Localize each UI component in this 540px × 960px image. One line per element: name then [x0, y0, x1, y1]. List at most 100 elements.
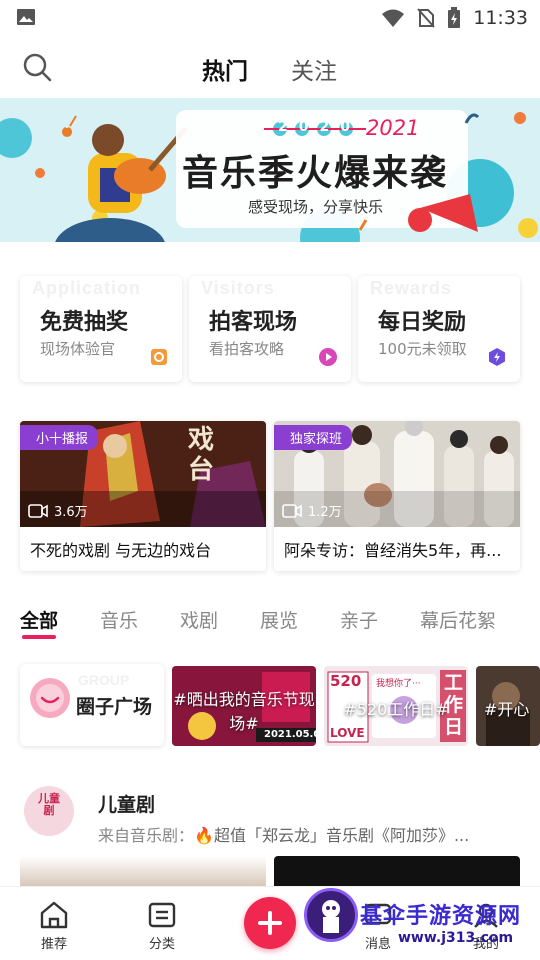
profile-icon [474, 903, 498, 928]
category-tab-label: 全部 [20, 610, 59, 632]
feature-cards: Application 免费抽奖 现场体验官 Visitors 拍客现场 看拍客… [20, 276, 520, 382]
wifi-icon [382, 9, 405, 27]
video-thumbnail: 独家探班 1.2万 [274, 421, 520, 527]
nav-recommend[interactable]: 推荐 [24, 901, 84, 952]
avatar: 儿童剧 [24, 786, 74, 836]
topic-card[interactable]: 2021.05.0 #晒出我的音乐节现场# [172, 666, 316, 746]
category-tab-behind-scenes[interactable]: 幕后花絮 [420, 606, 496, 633]
feed-image-peek[interactable] [274, 856, 520, 886]
clock: 11:33 [473, 7, 528, 29]
tab-hot[interactable]: 热门 [202, 52, 248, 86]
nav-category[interactable]: 分类 [132, 901, 192, 952]
gift-icon [151, 349, 167, 365]
banner-year-new: 2021 [366, 116, 420, 140]
video-cards: 戏台 小十播报 3.6万 不死的戏剧 与无边的戏台 独家探班 1.2万 阿朵专访… [20, 421, 520, 571]
search-icon[interactable] [22, 52, 52, 82]
video-card[interactable]: 独家探班 1.2万 阿朵专访：曾经消失5年，再... [274, 421, 520, 571]
fire-icon: 🔥 [194, 826, 214, 845]
feature-subtitle: 100元未领取 [378, 340, 467, 358]
topic-text-love: LOVE [330, 726, 365, 740]
feature-bg-word: Visitors [201, 278, 275, 298]
feature-bg-word: Rewards [370, 278, 453, 298]
status-right: 11:33 [381, 6, 528, 30]
feed-item-kids-drama[interactable]: 儿童剧 儿童剧 来自音乐剧：🔥超值「郑云龙」音乐剧《阿加莎》... [20, 782, 520, 862]
feature-subtitle: 看拍客攻略 [209, 340, 285, 358]
video-camera-icon [28, 503, 48, 518]
category-tab-music[interactable]: 音乐 [100, 606, 138, 633]
reward-icon [489, 348, 505, 366]
view-count: 1.2万 [308, 505, 342, 520]
topic-strip: GROUP 圈子广场 2021.05.0 #晒出我的音乐节现场# 520 我想你… [20, 664, 540, 748]
add-post-button[interactable] [244, 897, 296, 949]
circle-plaza-card[interactable]: GROUP 圈子广场 [20, 664, 164, 746]
nav-label: 分类 [148, 937, 175, 952]
source-text: 超值「郑云龙」音乐剧《阿加莎》... [213, 826, 470, 845]
top-nav: 热门 关注 [0, 36, 540, 98]
no-sim-icon [417, 8, 435, 28]
feature-card-snapshot[interactable]: Visitors 拍客现场 看拍客攻略 [189, 276, 351, 382]
nav-profile[interactable]: 我的 [456, 901, 516, 952]
message-icon [364, 903, 392, 925]
category-tab-label: 展览 [260, 610, 299, 632]
video-tag: 小十播报 [20, 425, 99, 450]
home-icon [40, 901, 68, 929]
feature-title: 拍客现场 [209, 310, 298, 335]
circle-plaza-label: 圈子广场 [76, 696, 153, 718]
active-tab-indicator [22, 635, 56, 639]
category-tab-label: 戏剧 [180, 610, 219, 632]
battery-charging-icon [448, 7, 461, 28]
play-icon [319, 348, 337, 366]
topic-text-520: 520 [330, 672, 362, 690]
feature-card-lottery[interactable]: Application 免费抽奖 现场体验官 [20, 276, 182, 382]
category-tab-label: 亲子 [340, 610, 379, 632]
plus-icon-vertical [268, 911, 272, 935]
topic-text-miss: 我想你了··· [376, 679, 421, 689]
banner-subline: 感受现场，分享快乐 [248, 198, 384, 216]
feed-image-peek[interactable] [20, 856, 266, 886]
category-tabs: 全部 音乐 戏剧 展览 亲子 幕后花絮 [20, 606, 540, 642]
video-camera-icon [282, 503, 302, 518]
nav-label: 推荐 [40, 937, 67, 952]
promo-banner[interactable]: 2020 2021 音乐季火爆来袭 感受现场，分享快乐 [0, 98, 540, 242]
nav-label: 消息 [364, 937, 391, 952]
banner-headline: 音乐季火爆来袭 [182, 153, 449, 194]
category-tab-exhibition[interactable]: 展览 [260, 606, 298, 633]
category-tab-label: 音乐 [100, 610, 139, 632]
topic-card[interactable]: 520 我想你了··· LOVE 工作日 #520工作日# [324, 666, 468, 746]
category-tab-all[interactable]: 全部 [20, 606, 59, 639]
video-title: 不死的戏剧 与无边的戏台 [30, 541, 212, 560]
category-icon [148, 902, 176, 928]
bottom-nav: 推荐 分类 消息 我的 [0, 886, 540, 960]
video-overlay-text: 戏台 [188, 425, 215, 485]
video-tag: 独家探班 [274, 425, 353, 450]
tab-follow[interactable]: 关注 [291, 52, 337, 86]
topic-title: #晒出我的音乐节现场# [173, 690, 315, 733]
topic-title: #520工作日# [343, 700, 449, 719]
topic-title: #开心 [484, 700, 530, 719]
topic-card[interactable]: #开心 [476, 666, 540, 746]
video-thumbnail: 戏台 小十播报 3.6万 [20, 421, 266, 527]
circle-plaza-icon [30, 678, 70, 718]
feature-title: 免费抽奖 [40, 310, 129, 335]
status-bar: 11:33 [0, 0, 540, 36]
source-prefix: 来自音乐剧： [98, 826, 195, 845]
feature-bg-word: Application [32, 278, 141, 298]
category-tab-label: 幕后花絮 [420, 610, 497, 632]
video-views: 3.6万 [28, 501, 88, 520]
feed-item-source: 来自音乐剧：🔥超值「郑云龙」音乐剧《阿加莎》... [98, 822, 469, 846]
feature-card-reward[interactable]: Rewards 每日奖励 100元未领取 [358, 276, 520, 382]
category-tab-drama[interactable]: 戏剧 [180, 606, 218, 633]
video-title: 阿朵专访：曾经消失5年，再... [284, 541, 502, 560]
nav-messages[interactable]: 消息 [348, 901, 408, 952]
video-card[interactable]: 戏台 小十播报 3.6万 不死的戏剧 与无边的戏台 [20, 421, 266, 571]
category-tab-family[interactable]: 亲子 [340, 606, 378, 633]
feed-item-title: 儿童剧 [98, 794, 156, 816]
video-views: 1.2万 [282, 501, 342, 520]
image-notification-icon [17, 9, 35, 25]
feature-subtitle: 现场体验官 [40, 340, 116, 358]
view-count: 3.6万 [54, 505, 88, 520]
feature-title: 每日奖励 [378, 310, 467, 335]
avatar-text: 儿童剧 [38, 792, 60, 817]
nav-label: 我的 [472, 937, 499, 952]
banner-year-old: 2020 [278, 119, 361, 135]
